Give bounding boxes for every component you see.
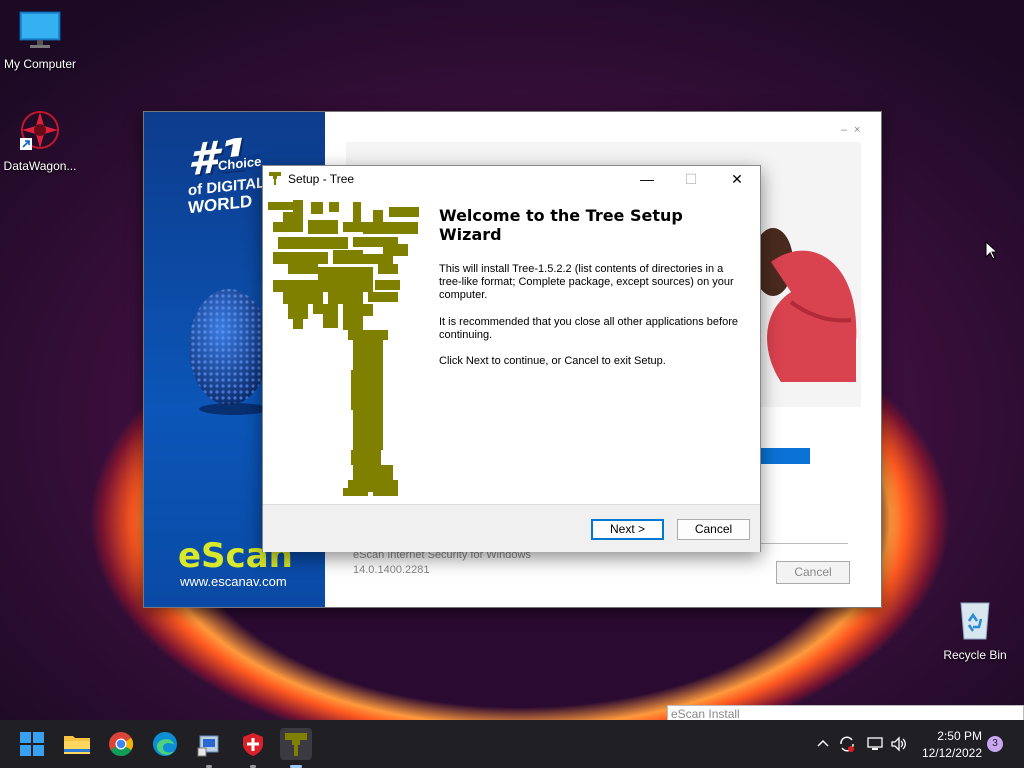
tree-pixel-block [389, 207, 419, 217]
tree-pixel-block [373, 210, 383, 222]
escan-product-info: eScan Internet Security for Windows 14.0… [353, 548, 531, 577]
taskbar-edge[interactable] [149, 728, 181, 760]
tree-pixel-block [363, 254, 393, 264]
continue-instruction: Click Next to continue, or Cancel to exi… [439, 355, 666, 367]
setup-footer: Next > Cancel [263, 504, 760, 552]
edge-icon [153, 732, 177, 756]
taskbar-escan[interactable] [237, 728, 269, 760]
taskbar-chrome[interactable] [105, 728, 137, 760]
tree-pixel-block [343, 316, 363, 330]
tree-pixel-block [318, 267, 373, 281]
tree-setup-icon [285, 733, 307, 756]
tree-pixel-block [343, 488, 368, 496]
escan-product-version: 14.0.1400.2281 [353, 564, 430, 576]
desktop-icon-label: DataWagon... [3, 159, 77, 173]
escan-shield-icon [243, 733, 263, 756]
tree-pixel-block [351, 370, 383, 410]
desktop-icon-my-computer[interactable]: My Computer [0, 10, 80, 71]
tree-pixel-block [375, 280, 400, 290]
taskbar [0, 720, 1024, 768]
tree-pixel-block [288, 304, 308, 319]
tree-pixel-block [378, 264, 398, 274]
desktop-icon-label: My Computer [3, 57, 77, 71]
tree-pixel-block [308, 220, 338, 234]
install-description: This will install Tree-1.5.2.2 (list con… [439, 263, 734, 301]
tree-pixel-block [288, 264, 318, 274]
volume-icon[interactable] [890, 735, 908, 753]
tree-pixel-block [353, 410, 383, 450]
minimize-button[interactable]: — [624, 166, 670, 192]
chrome-icon [109, 732, 134, 757]
folder-icon [64, 736, 90, 754]
tree-pixel-block [268, 202, 293, 210]
taskbar-tree-setup[interactable] [280, 728, 312, 760]
escan-cancel-button[interactable]: Cancel [776, 561, 850, 584]
maximize-button[interactable]: ☐ [668, 166, 714, 192]
close-button[interactable]: ✕ [714, 166, 760, 192]
tree-pixel-block [353, 465, 393, 480]
escan-close-button[interactable]: × [854, 124, 860, 136]
setup-title: Setup - Tree [288, 172, 355, 186]
tree-pixel-block [343, 222, 363, 232]
desktop-icon-recycle-bin[interactable]: Recycle Bin [935, 597, 1015, 662]
person-photo [753, 228, 857, 382]
tree-pixel-block [368, 292, 398, 302]
datawagon-app-icon [20, 111, 59, 150]
tree-pixel-block [328, 292, 363, 304]
clock-date[interactable]: 12/12/2022 [915, 746, 982, 760]
windows-start-icon [20, 732, 44, 756]
tree-pixel-block [278, 237, 348, 249]
setup-titlebar[interactable]: Setup - Tree — ☐ ✕ [263, 166, 760, 192]
desktop-icon-label: Recycle Bin [943, 648, 1007, 662]
wizard-side-image [263, 192, 427, 504]
taskbar-tooltip: eScan Install [667, 705, 1024, 721]
tree-pixel-block [398, 222, 418, 234]
tree-pixel-block [311, 202, 323, 214]
tree-pixel-block [313, 304, 338, 314]
network-icon[interactable] [866, 735, 884, 753]
tree-pixel-block [351, 450, 381, 465]
tree-pixel-block [353, 202, 361, 224]
tree-pixel-block [348, 330, 388, 340]
tree-pixel-block [329, 202, 339, 212]
tree-pixel-block [323, 314, 338, 328]
tree-pixel-block [343, 304, 373, 316]
globe-graphic [189, 289, 269, 415]
taskbar-file-explorer[interactable] [61, 728, 93, 760]
sync-icon[interactable] [838, 735, 856, 753]
escan-minimize-button[interactable]: – [841, 124, 847, 136]
escan-progress-bar [756, 448, 810, 464]
taskbar-installer[interactable] [193, 728, 225, 760]
tree-pixel-block [283, 292, 323, 304]
welcome-heading: Welcome to the Tree Setup Wizard [439, 206, 683, 244]
notification-badge[interactable]: 3 [987, 736, 1003, 752]
tree-pixel-block [273, 252, 328, 264]
monitor-icon [19, 11, 61, 48]
tree-pixel-block [333, 250, 363, 264]
chevron-up-icon[interactable] [816, 737, 830, 751]
tree-pixel-block [293, 319, 303, 329]
clock-time[interactable]: 2:50 PM [930, 729, 982, 743]
next-button[interactable]: Next > [591, 519, 664, 540]
cancel-button[interactable]: Cancel [677, 519, 750, 540]
tree-pixel-block [273, 222, 303, 232]
tree-pixel-block [273, 280, 373, 292]
tree-wizard-image [268, 200, 419, 496]
close-apps-notice: It is recommended that you close all oth… [439, 316, 738, 341]
tree-pixel-block [363, 222, 403, 234]
installer-icon [197, 735, 219, 757]
escan-site: www.escanav.com [180, 574, 287, 589]
desktop-icon-datawagon[interactable]: DataWagon... [0, 108, 80, 173]
mouse-cursor-icon [985, 241, 999, 260]
start-button[interactable] [16, 728, 48, 760]
tree-app-icon [269, 172, 281, 185]
tree-pixel-block [373, 488, 398, 496]
recycle-bin-icon [960, 602, 990, 640]
tree-setup-dialog: Setup - Tree — ☐ ✕ Welcome to the Tree S… [262, 165, 761, 552]
tree-pixel-block [353, 340, 383, 370]
